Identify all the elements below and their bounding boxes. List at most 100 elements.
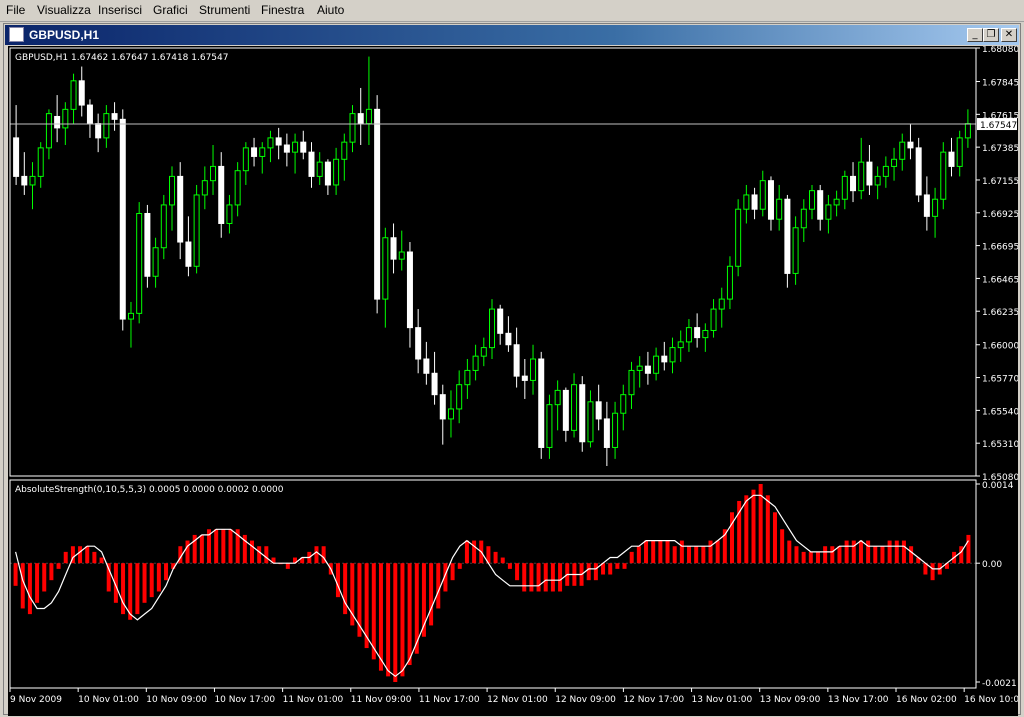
candle [308, 142, 315, 188]
candle [267, 130, 274, 163]
candle [530, 344, 537, 395]
price-chart-title: GBPUSD,H1 1.67462 1.67647 1.67418 1.6754… [15, 53, 228, 63]
indicator-bar [665, 540, 670, 564]
candle-body [792, 227, 799, 274]
indicator-bar [858, 540, 863, 564]
chart-area[interactable]: 1.68080 1.67845 1.67615 1.67385 1.67155 1.669… [8, 45, 1024, 716]
candle-body [185, 241, 192, 267]
menu-aiuto[interactable]: Aiuto [317, 3, 344, 17]
menu-file[interactable]: File [6, 3, 25, 17]
candle-body [620, 394, 627, 414]
candle [423, 341, 430, 385]
candle [259, 142, 266, 174]
indicator-bar [436, 563, 441, 609]
indicator-bar [221, 529, 226, 564]
candle [185, 216, 192, 277]
candle [406, 242, 413, 348]
candle [456, 370, 463, 424]
time-tick-label: 16 Nov 10:00 [964, 695, 1018, 705]
time-tick-label: 11 Nov 01:00 [283, 695, 344, 705]
indicator-bar [866, 540, 871, 564]
indicator-bar [464, 540, 469, 564]
menu-inserisci[interactable]: Inserisci [98, 3, 142, 17]
candle [505, 316, 512, 352]
time-tick-label: 13 Nov 01:00 [692, 695, 753, 705]
candle-body [858, 161, 865, 192]
indicator-bar [343, 563, 348, 615]
indicator-bar [529, 563, 534, 592]
menu-visualizza[interactable]: Visualizza [37, 3, 91, 17]
time-tick-label: 10 Nov 09:00 [146, 695, 207, 705]
candle [562, 387, 569, 442]
candle-body [546, 404, 553, 448]
candle-body [300, 141, 307, 153]
candle [497, 304, 504, 345]
candle-body [702, 329, 709, 339]
indicator-bar [679, 540, 684, 564]
restore-button[interactable]: ❐ [983, 28, 999, 42]
candle-body [324, 161, 331, 186]
indicator-bar [393, 563, 398, 682]
indicator-bar [644, 540, 649, 564]
candle [152, 237, 159, 288]
indicator-bar [472, 540, 477, 564]
indicator-bar [930, 563, 935, 581]
candle-body [13, 137, 20, 177]
candle-body [718, 298, 725, 310]
menu-finestra[interactable]: Finestra [261, 3, 304, 17]
indicator-bar [35, 563, 40, 603]
candle [86, 99, 93, 138]
indicator-bar [586, 563, 591, 581]
indicator-bar [687, 546, 692, 564]
candle [37, 142, 44, 188]
indicator-bar [780, 529, 785, 564]
candle [292, 133, 299, 174]
indicator-bar [558, 563, 563, 592]
candle-body [538, 358, 545, 448]
window-titlebar[interactable]: GBPUSD,H1 _ ❐ ✕ [5, 25, 1019, 45]
candle [177, 162, 184, 260]
indicator-bar [873, 546, 878, 564]
indicator-bar [450, 563, 455, 581]
indicator-bar [250, 540, 254, 564]
chart-svg[interactable]: 1.680801.678451.676151.673851.671551.669… [8, 45, 1024, 711]
indicator-bar [493, 551, 498, 564]
candle [316, 152, 323, 185]
indicator-tick-label: 0.0014 [982, 481, 1014, 491]
indicator-bar [257, 546, 262, 564]
candle-body [513, 344, 520, 377]
candle-body [177, 175, 184, 243]
indicator-bar [672, 546, 677, 564]
candle-body [86, 104, 93, 125]
candle-body [234, 170, 241, 206]
indicator-bar [536, 563, 541, 592]
time-tick-label: 16 Nov 02:00 [896, 695, 957, 705]
candle [948, 137, 955, 177]
candle [169, 166, 175, 231]
candle-body [767, 180, 774, 220]
candle-body [357, 113, 364, 125]
minimize-button[interactable]: _ [967, 28, 983, 42]
candle-body [169, 175, 175, 206]
indicator-bar [593, 563, 598, 581]
candle-body [915, 147, 922, 196]
candle-body [899, 141, 906, 160]
indicator-bar [314, 546, 319, 564]
indicator-bar [615, 563, 620, 569]
candle [653, 347, 660, 381]
candle [341, 133, 348, 181]
price-tick-label: 1.67845 [982, 79, 1018, 89]
candle [29, 162, 36, 210]
indicator-title: AbsoluteStrength(0,10,5,5,3) 0.0005 0.00… [15, 485, 284, 495]
candle [685, 319, 692, 352]
close-button[interactable]: ✕ [1001, 28, 1017, 42]
candle [390, 223, 397, 274]
candle [242, 142, 249, 185]
indicator-bar [844, 540, 849, 564]
candle [95, 113, 102, 153]
candle [858, 137, 865, 200]
menu-grafici[interactable]: Grafici [153, 3, 188, 17]
candle-body [160, 204, 167, 249]
candle-body [603, 418, 610, 448]
menu-strumenti[interactable]: Strumenti [199, 3, 250, 17]
